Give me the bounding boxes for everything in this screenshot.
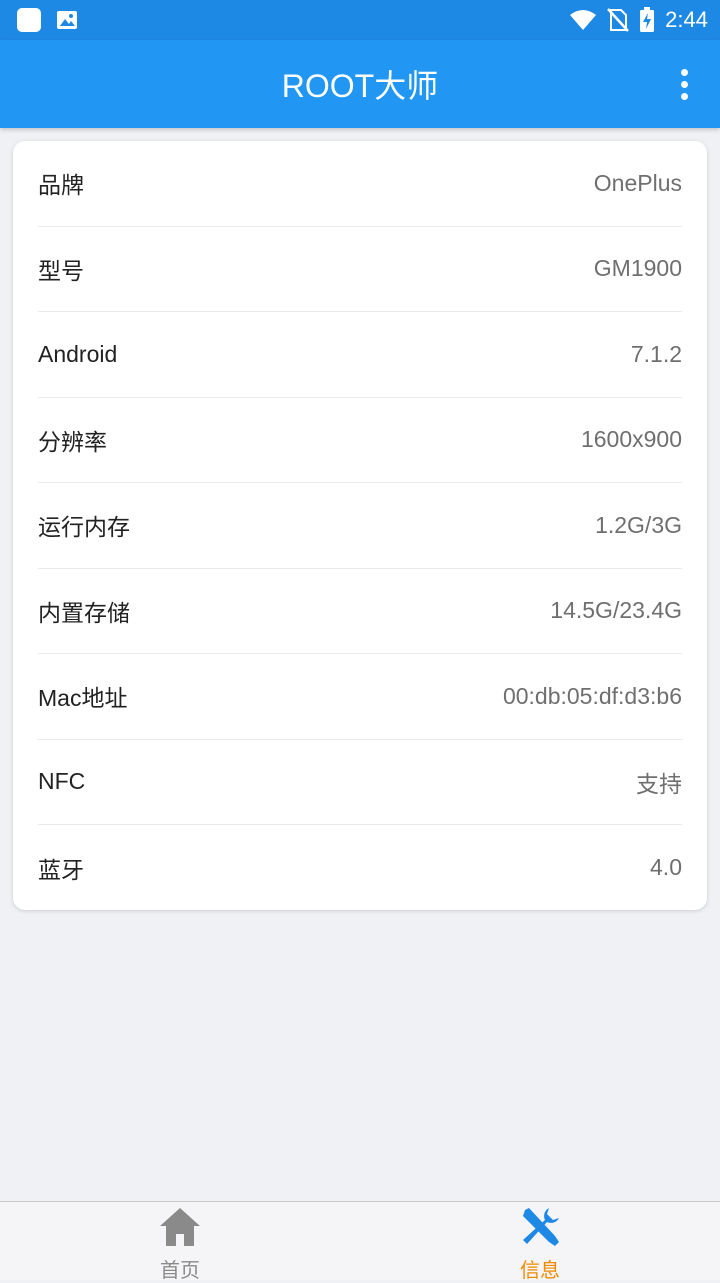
row-label: 分辨率 [38, 428, 107, 455]
info-row-mac: Mac地址 00:db:05:df:d3:b6 [38, 654, 682, 740]
row-value: 1600x900 [580, 426, 682, 453]
row-label: NFC [38, 768, 86, 795]
status-time: 2:44 [665, 7, 708, 32]
no-sim-icon [607, 8, 630, 32]
home-icon [158, 1206, 202, 1252]
app-bar: ROOT大师 [0, 40, 720, 128]
row-value: OnePlus [593, 169, 682, 196]
nav-home-label: 首页 [160, 1260, 200, 1282]
row-label: 蓝牙 [38, 856, 84, 883]
row-value: 支持 [636, 770, 682, 797]
app-icon [16, 7, 42, 33]
status-bar: 2:44 [0, 0, 720, 40]
info-row-storage: 内置存储 14.5G/23.4G [38, 569, 682, 654]
row-label: 运行内存 [38, 514, 130, 541]
info-row-ram: 运行内存 1.2G/3G [38, 483, 682, 569]
info-row-model: 型号 GM1900 [38, 227, 682, 312]
wifi-icon [569, 9, 597, 31]
row-label: Mac地址 [38, 685, 128, 712]
app-title: ROOT大师 [281, 68, 439, 104]
row-value: 7.1.2 [630, 340, 682, 367]
battery-charging-icon [639, 7, 655, 33]
info-row-resolution: 分辨率 1600x900 [38, 398, 682, 483]
row-value: 4.0 [650, 854, 682, 881]
bottom-nav: 首页 信息 [0, 1201, 720, 1282]
row-value: 00:db:05:df:d3:b6 [502, 682, 682, 709]
row-label: 型号 [38, 257, 84, 284]
more-vert-icon[interactable] [664, 64, 704, 104]
device-info-card: 品牌 OnePlus 型号 GM1900 Android 7.1.2 分辨率 1… [13, 141, 707, 910]
row-label: 内置存储 [38, 599, 130, 626]
row-value: 14.5G/23.4G [550, 597, 682, 624]
row-value: 1.2G/3G [595, 511, 682, 538]
info-row-nfc: NFC 支持 [38, 740, 682, 825]
nav-home[interactable]: 首页 [0, 1202, 360, 1282]
info-row-bluetooth: 蓝牙 4.0 [38, 825, 682, 911]
info-row-brand: 品牌 OnePlus [38, 141, 682, 227]
row-label: 品牌 [38, 172, 84, 199]
info-row-android: Android 7.1.2 [38, 312, 682, 398]
nav-info[interactable]: 信息 [360, 1202, 720, 1282]
row-label: Android [38, 340, 118, 367]
tools-icon [519, 1206, 561, 1252]
row-value: GM1900 [593, 255, 682, 282]
nav-info-label: 信息 [520, 1260, 560, 1282]
image-icon [56, 9, 78, 31]
